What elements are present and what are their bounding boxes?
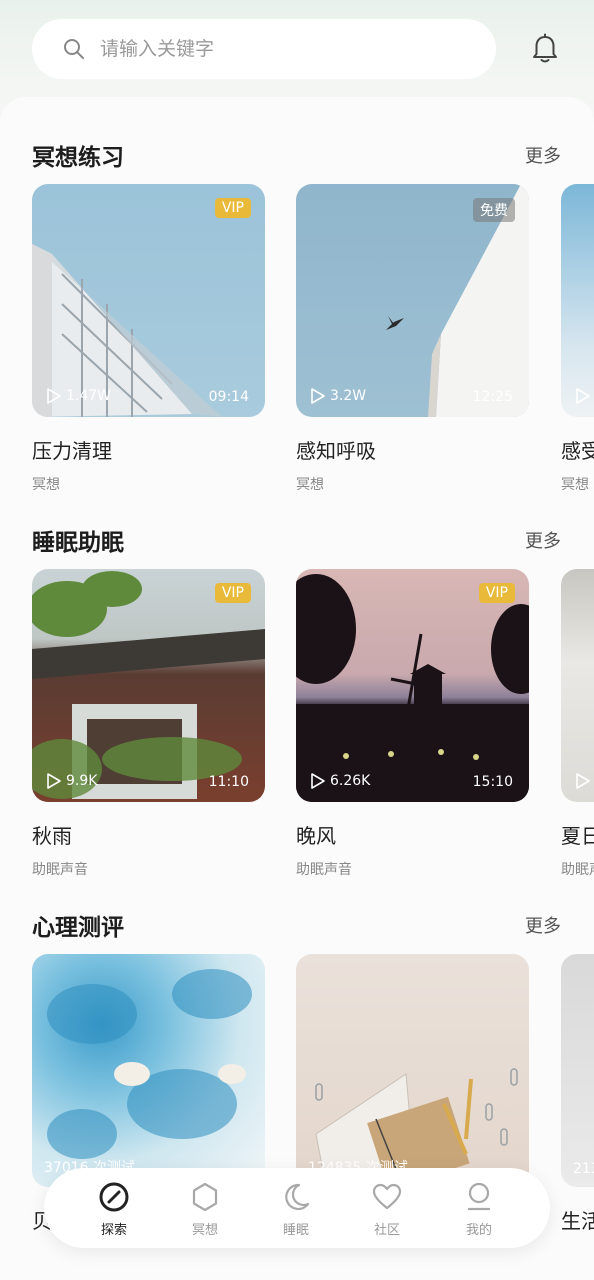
card-title: 晚风 (296, 824, 336, 848)
card-category: 冥想 (296, 477, 324, 493)
section-title: 心理测评 (32, 915, 124, 941)
tab-explore[interactable]: 探索 (84, 1180, 144, 1238)
card-category: 冥想 (561, 477, 589, 493)
card-category: 助眠声音 (32, 862, 88, 878)
card-partial[interactable]: 感受 冥想 (561, 184, 594, 494)
play-count-value: 1.47W (66, 388, 112, 404)
tab-label: 睡眠 (282, 1223, 309, 1238)
card-partial[interactable]: 夏日 助眠声 (561, 569, 594, 879)
play-count: 3.2W (310, 387, 366, 405)
search-input[interactable] (100, 38, 460, 60)
hexagon-icon (192, 1182, 218, 1212)
card-category: 助眠声 (561, 862, 594, 878)
tab-label: 探索 (100, 1223, 127, 1238)
card-autumn-rain[interactable]: VIP 9.9K 11:10 秋雨 助眠声音 (32, 569, 265, 879)
person-icon (467, 1182, 491, 1211)
play-icon (576, 388, 590, 404)
duration: 11:10 (208, 774, 249, 790)
more-link[interactable]: 更多 (525, 527, 561, 553)
card-thumbnail: VIP 1.47W 09:14 (32, 184, 265, 417)
card-thumbnail: 213 (561, 954, 594, 1187)
heart-icon (372, 1183, 402, 1210)
card-thumbnail (561, 569, 594, 802)
play-count: 6.26K (310, 772, 370, 790)
play-icon (311, 388, 325, 404)
card-evening-breeze[interactable]: VIP 6.26K 15:10 晚风 助眠声音 (296, 569, 529, 879)
play-count-value: 9.9K (66, 773, 98, 789)
play-count: 9.9K (46, 772, 97, 790)
vip-badge: VIP (214, 583, 251, 603)
play-icon (576, 773, 590, 789)
tab-label: 社区 (373, 1223, 400, 1238)
play-count (575, 772, 594, 790)
card-title: 秋雨 (32, 824, 72, 848)
test-count: 213 (573, 1161, 594, 1177)
tab-label: 冥想 (191, 1223, 218, 1238)
play-count-value: 3.2W (330, 388, 367, 404)
card-title: 压力清理 (32, 439, 112, 463)
content-sheet: 冥想练习 更多 VIP 1.47W 09:14 压力清理 冥想 免费 3.2W … (0, 97, 594, 1280)
duration: 12:25 (472, 389, 513, 405)
vip-badge: VIP (478, 583, 515, 603)
card-thumbnail: VIP 9.9K 11:10 (32, 569, 265, 802)
top-bar (0, 0, 594, 100)
duration: 09:14 (208, 389, 249, 405)
card-category: 助眠声音 (296, 862, 352, 878)
card-breath-awareness[interactable]: 免费 3.2W 12:25 感知呼吸 冥想 (296, 184, 529, 494)
notification-bell-icon[interactable] (528, 32, 562, 66)
card-partial[interactable]: 213 生活 (561, 954, 594, 1234)
search-bar[interactable] (32, 19, 496, 79)
play-count-value: 6.26K (330, 773, 371, 789)
tab-community[interactable]: 社区 (357, 1180, 417, 1238)
free-badge: 免费 (473, 198, 515, 222)
tab-meditation[interactable]: 冥想 (175, 1180, 235, 1238)
compass-icon (99, 1182, 129, 1212)
play-count (575, 387, 594, 405)
play-icon (47, 773, 61, 789)
card-title: 感受 (561, 439, 594, 463)
bottom-tab-bar: 探索 冥想 睡眠 社区 我的 (44, 1168, 550, 1248)
vip-badge: VIP (214, 198, 251, 218)
card-category: 冥想 (32, 477, 60, 493)
tab-sleep[interactable]: 睡眠 (266, 1180, 326, 1238)
card-stress-relief[interactable]: VIP 1.47W 09:14 压力清理 冥想 (32, 184, 265, 494)
card-thumbnail: VIP 6.26K 15:10 (296, 569, 529, 802)
card-title: 生活 (561, 1209, 594, 1233)
more-link[interactable]: 更多 (525, 142, 561, 168)
card-thumbnail: 免费 3.2W 12:25 (296, 184, 529, 417)
card-thumbnail (561, 184, 594, 417)
play-count: 1.47W (46, 387, 111, 405)
duration: 15:10 (472, 774, 513, 790)
search-icon (64, 39, 84, 59)
card-title: 感知呼吸 (296, 439, 376, 463)
tab-mine[interactable]: 我的 (449, 1180, 509, 1238)
play-icon (311, 773, 325, 789)
card-title: 夏日 (561, 824, 594, 848)
card-thumbnail: 37016 次测试 (32, 954, 265, 1187)
moon-icon (285, 1183, 310, 1211)
section-title: 睡眠助眠 (32, 530, 124, 556)
more-link[interactable]: 更多 (525, 912, 561, 938)
play-icon (47, 388, 61, 404)
tab-label: 我的 (465, 1223, 492, 1238)
card-thumbnail: 124835 次测试 (296, 954, 529, 1187)
section-title: 冥想练习 (32, 145, 124, 171)
